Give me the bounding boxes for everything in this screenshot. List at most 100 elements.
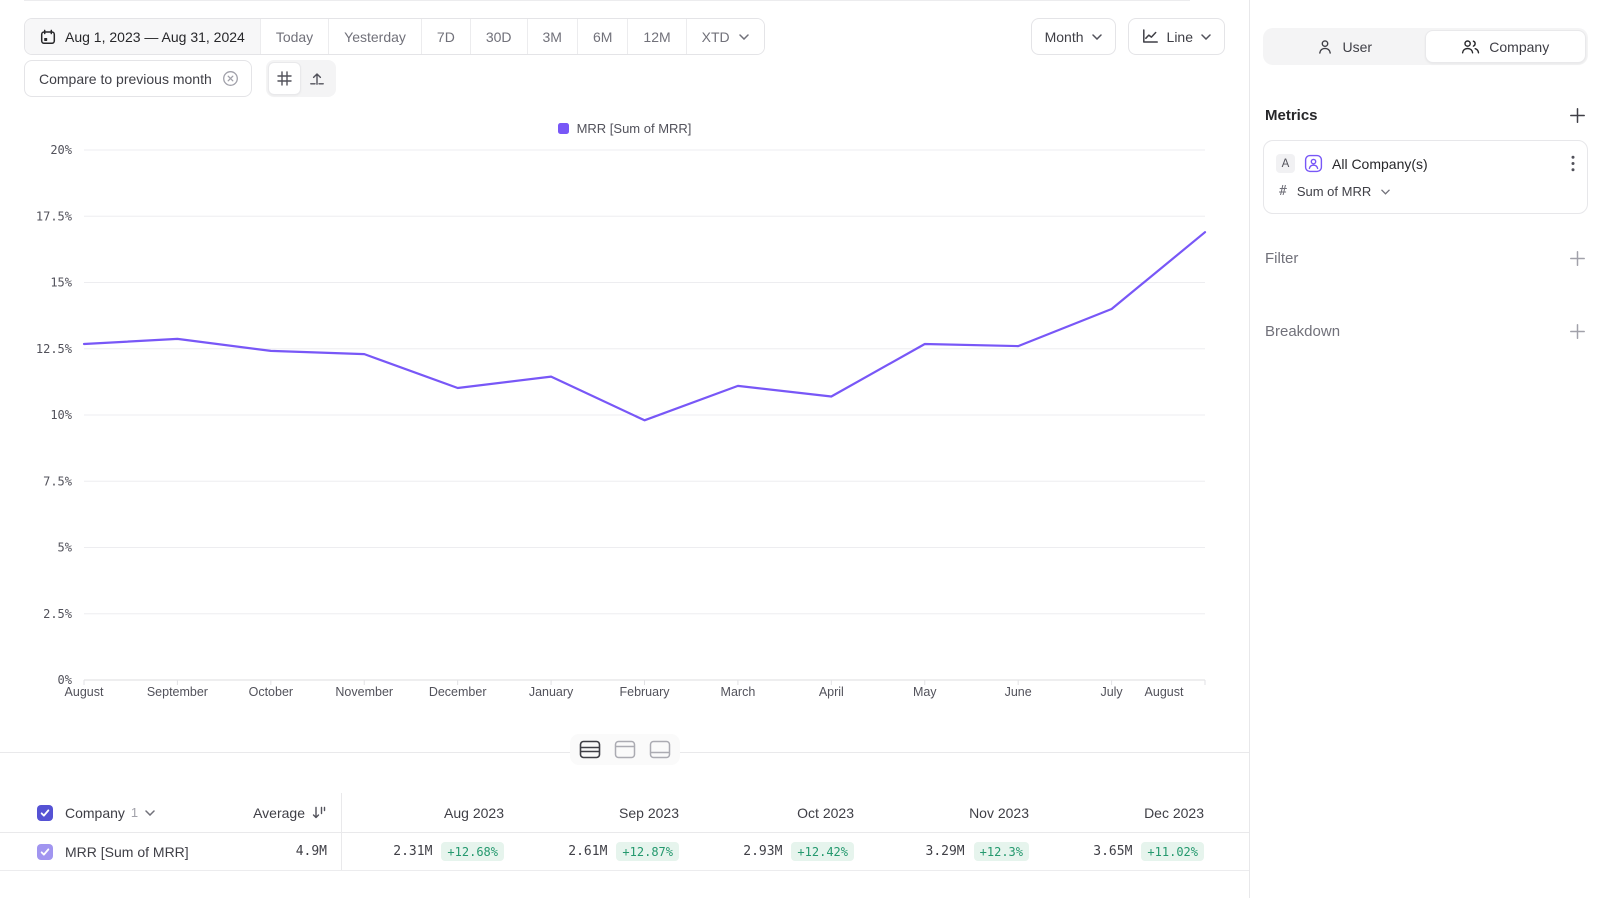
- data-table: Company 1 Average Aug 2023Sep 2: [0, 793, 1249, 871]
- cumulative-toggle-button[interactable]: [301, 62, 334, 95]
- month-cells: 2.31M+12.68%2.61M+12.87%2.93M+12.42%3.29…: [342, 833, 1217, 870]
- app-window: Aug 1, 2023 — Aug 31, 2024 TodayYesterda…: [0, 0, 1600, 898]
- compare-chip[interactable]: Compare to previous month: [24, 60, 252, 97]
- month-headers: Aug 2023Sep 2023Oct 2023Nov 2023Dec 2023: [342, 793, 1217, 832]
- layout-split-button[interactable]: [579, 740, 601, 759]
- svg-text:March: March: [721, 685, 756, 699]
- top-divider: [24, 0, 1190, 1]
- date-range-button[interactable]: Aug 1, 2023 — Aug 31, 2024: [25, 19, 260, 54]
- svg-text:December: December: [429, 685, 487, 699]
- range-preset-today[interactable]: Today: [260, 19, 328, 54]
- breakdown-label: Breakdown: [1265, 323, 1340, 340]
- average-header[interactable]: Average: [253, 805, 327, 821]
- svg-text:12.5%: 12.5%: [36, 342, 73, 356]
- svg-text:April: April: [819, 685, 844, 699]
- range-preset-6m[interactable]: 6M: [577, 19, 627, 54]
- table-only-view-icon: [649, 740, 671, 759]
- tab-company-label: Company: [1489, 39, 1549, 55]
- xtd-label: XTD: [702, 29, 730, 45]
- average-label: Average: [253, 805, 305, 821]
- row-metric-name: MRR [Sum of MRR]: [65, 844, 189, 860]
- range-preset-xtd[interactable]: XTD: [686, 19, 764, 54]
- sort-icon: [312, 806, 327, 819]
- line-chart-icon: [1142, 29, 1159, 44]
- range-preset-yesterday[interactable]: Yesterday: [328, 19, 421, 54]
- chart-legend: MRR [Sum of MRR]: [0, 121, 1249, 136]
- svg-text:17.5%: 17.5%: [36, 209, 73, 223]
- select-all-checkbox[interactable]: [37, 805, 53, 821]
- range-preset-7d[interactable]: 7D: [421, 19, 470, 54]
- table-row[interactable]: MRR [Sum of MRR] 4.9M 2.31M +12.68% 2.61M+…: [0, 833, 1249, 871]
- chevron-down-icon[interactable]: [145, 810, 155, 816]
- metric-card[interactable]: A All Company(s) # Sum of MRR: [1263, 140, 1588, 214]
- tab-user[interactable]: User: [1265, 30, 1425, 63]
- svg-text:September: September: [147, 685, 208, 699]
- user-icon: [1317, 39, 1333, 55]
- svg-text:15%: 15%: [50, 276, 72, 290]
- metric-letter-badge: A: [1276, 154, 1295, 173]
- month-header[interactable]: Sep 2023: [517, 793, 692, 832]
- month-header[interactable]: Aug 2023: [342, 793, 517, 832]
- row-checkbox[interactable]: [37, 844, 53, 860]
- right-sidebar: User Company Metrics A: [1249, 0, 1600, 898]
- range-preset-12m[interactable]: 12M: [627, 19, 685, 54]
- svg-text:7.5%: 7.5%: [43, 474, 73, 488]
- dots-vertical-icon[interactable]: [1571, 155, 1575, 172]
- delta-badge: +12.68%: [441, 842, 504, 861]
- range-preset-3m[interactable]: 3M: [527, 19, 577, 54]
- row-average-value: 4.9M: [296, 844, 327, 859]
- add-breakdown-button[interactable]: [1569, 323, 1586, 340]
- cell-value: 2.31M: [393, 844, 432, 859]
- add-filter-button[interactable]: [1569, 250, 1586, 267]
- main-panel: Aug 1, 2023 — Aug 31, 2024 TodayYesterda…: [0, 0, 1249, 898]
- add-metric-button[interactable]: [1569, 107, 1586, 124]
- layout-chart-only-button[interactable]: [614, 740, 636, 759]
- delta-badge: +12.42%: [791, 842, 854, 861]
- chevron-down-icon: [739, 34, 749, 40]
- grid-icon: [277, 71, 292, 86]
- metric-field-label: Sum of MRR: [1297, 184, 1371, 199]
- company-icon: [1461, 39, 1480, 55]
- close-circle-icon[interactable]: [222, 70, 239, 87]
- grid-toggle-button[interactable]: [268, 62, 301, 95]
- tab-company[interactable]: Company: [1425, 30, 1587, 63]
- chevron-down-icon: [1201, 34, 1211, 40]
- legend-swatch: [558, 123, 569, 134]
- metric-name: All Company(s): [1332, 156, 1428, 172]
- svg-text:10%: 10%: [50, 408, 72, 422]
- split-view-icon: [579, 740, 601, 759]
- chart-only-view-icon: [614, 740, 636, 759]
- chevron-down-icon: [1092, 34, 1102, 40]
- cell-value: 3.29M: [926, 844, 965, 859]
- metric-field-selector[interactable]: # Sum of MRR: [1276, 184, 1575, 199]
- month-cell: 2.61M+12.87%: [517, 833, 692, 870]
- month-header[interactable]: Dec 2023: [1042, 793, 1217, 832]
- delta-badge: +12.3%: [974, 842, 1029, 861]
- svg-text:August: August: [65, 685, 104, 699]
- calendar-icon: [40, 29, 56, 45]
- month-header[interactable]: Nov 2023: [867, 793, 1042, 832]
- layout-table-only-button[interactable]: [649, 740, 671, 759]
- chart-type-dropdown[interactable]: Line: [1128, 18, 1225, 55]
- month-cell: 3.65M+11.02%: [1042, 833, 1217, 870]
- group-count: 1: [131, 805, 138, 820]
- chart-table-divider: [0, 752, 1249, 753]
- filter-section: Filter: [1263, 250, 1588, 267]
- arrow-up-from-line-icon: [309, 71, 325, 87]
- svg-text:January: January: [529, 685, 574, 699]
- svg-text:5%: 5%: [58, 541, 73, 555]
- granularity-dropdown[interactable]: Month: [1031, 18, 1116, 55]
- svg-text:November: November: [335, 685, 393, 699]
- mrr-line-chart[interactable]: 0%2.5%5%7.5%10%12.5%15%17.5%20%AugustSep…: [0, 138, 1249, 713]
- group-by-label[interactable]: Company: [65, 805, 125, 821]
- svg-text:2.5%: 2.5%: [43, 607, 73, 621]
- month-cell: 2.31M +12.68%: [342, 833, 517, 870]
- svg-text:June: June: [1005, 685, 1032, 699]
- table-header-row: Company 1 Average Aug 2023Sep 2: [0, 793, 1249, 833]
- range-preset-30d[interactable]: 30D: [470, 19, 527, 54]
- hash-icon: #: [1279, 184, 1287, 199]
- metric-card-main: A All Company(s): [1276, 154, 1575, 173]
- month-header[interactable]: Oct 2023: [692, 793, 867, 832]
- delta-badge: +11.02%: [1141, 842, 1204, 861]
- date-range-label: Aug 1, 2023 — Aug 31, 2024: [65, 29, 245, 45]
